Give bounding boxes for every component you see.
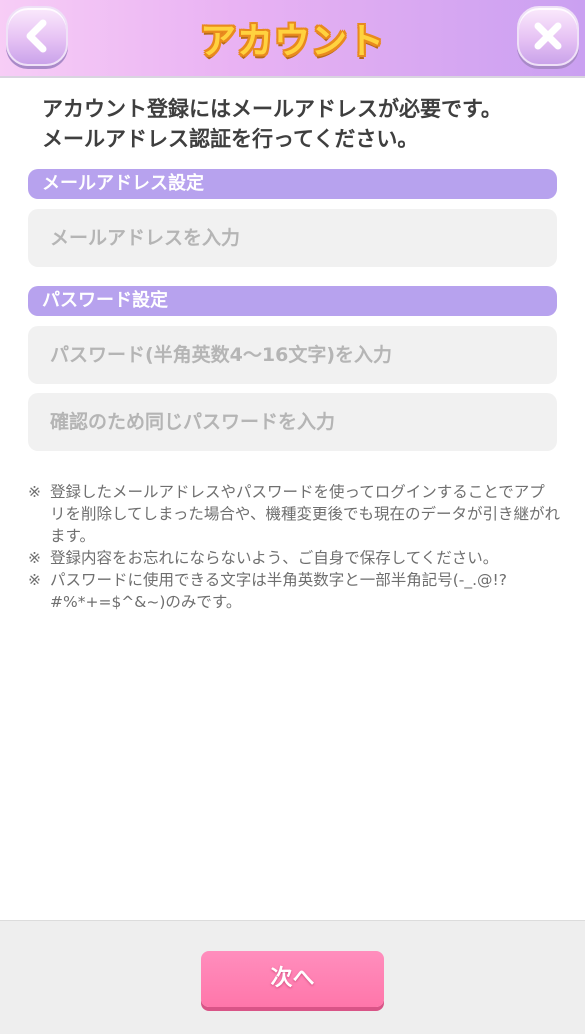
close-icon: [534, 22, 562, 50]
note-item: ※ パスワードに使用できる文字は半角英数字と一部半角記号(-_.@!?#%*+=…: [28, 569, 560, 613]
note-item: ※ 登録内容をお忘れにならないよう、ご自身で保存してください。: [28, 547, 560, 569]
email-section-header: メールアドレス設定: [28, 169, 557, 199]
note-mark: ※: [28, 483, 41, 501]
page-title: アカウント: [199, 21, 385, 62]
note-text: 登録したメールアドレスやパスワードを使ってログインすることでアプリを削除してしま…: [50, 483, 560, 545]
password-confirm-field-box[interactable]: [28, 393, 557, 451]
next-button[interactable]: 次へ: [201, 951, 384, 1007]
email-input[interactable]: [28, 209, 557, 267]
header-bar: アカウント: [0, 0, 585, 78]
password-confirm-input[interactable]: [28, 393, 557, 451]
password-section-header: パスワード設定: [28, 286, 557, 316]
password-input[interactable]: [28, 326, 557, 384]
note-mark: ※: [28, 549, 41, 567]
note-mark: ※: [28, 571, 41, 589]
note-text: 登録内容をお忘れにならないよう、ご自身で保存してください。: [50, 549, 499, 567]
note-item: ※ 登録したメールアドレスやパスワードを使ってログインすることでアプリを削除して…: [28, 481, 560, 547]
password-field-box[interactable]: [28, 326, 557, 384]
intro-text: アカウント登録にはメールアドレスが必要です。 メールアドレス認証を行ってください…: [42, 94, 552, 154]
footer-bar: 次へ: [0, 920, 585, 1034]
email-field-box[interactable]: [28, 209, 557, 267]
note-text: パスワードに使用できる文字は半角英数字と一部半角記号(-_.@!?#%*+=$^…: [50, 571, 507, 611]
close-button[interactable]: [517, 6, 579, 66]
notes-list: ※ 登録したメールアドレスやパスワードを使ってログインすることでアプリを削除して…: [28, 481, 560, 613]
intro-line-2: メールアドレス認証を行ってください。: [42, 127, 419, 151]
intro-line-1: アカウント登録にはメールアドレスが必要です。: [42, 97, 502, 121]
